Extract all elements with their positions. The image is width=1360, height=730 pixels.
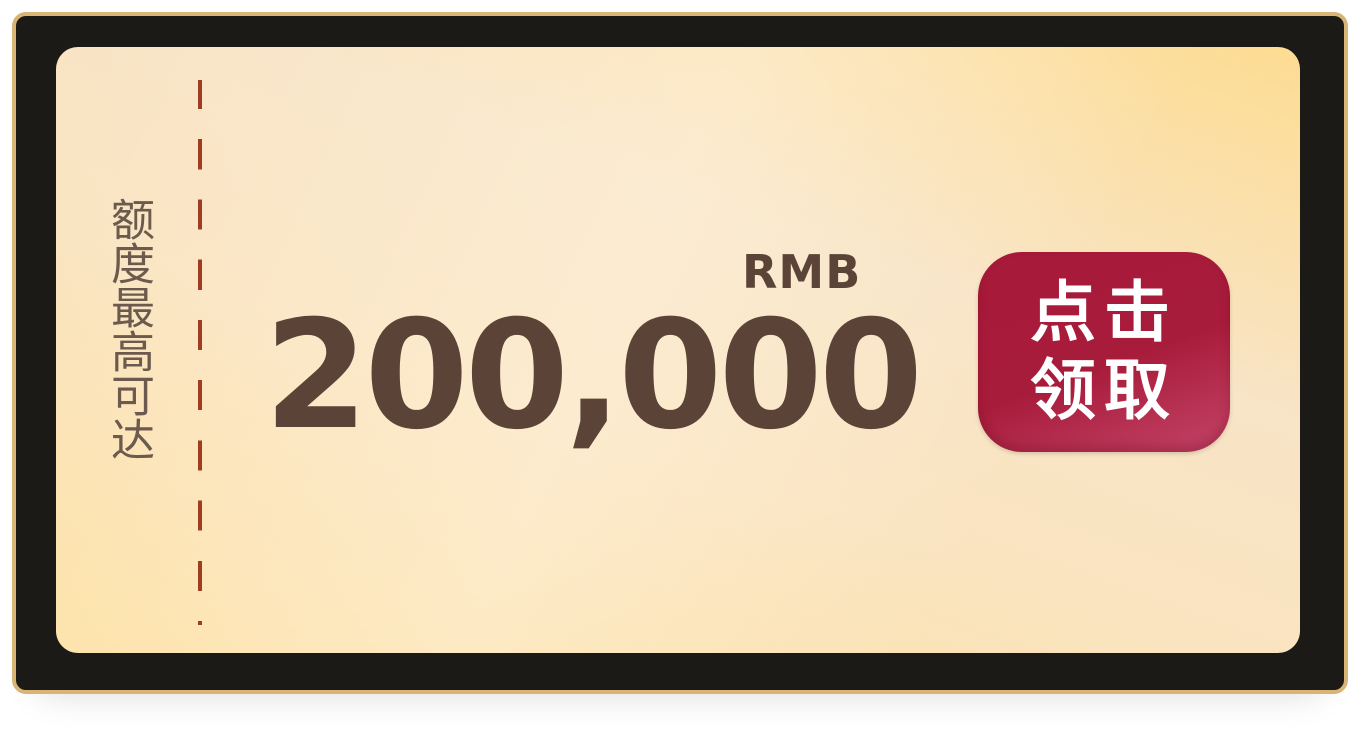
limit-label: 额度最高可达 xyxy=(103,197,154,461)
claim-button[interactable]: 点击 领取 xyxy=(978,252,1230,452)
credit-amount: 200,000 xyxy=(264,289,923,463)
perforation-divider xyxy=(198,80,202,625)
claim-button-label-line1: 点击 xyxy=(1030,274,1178,351)
coupon-ticket: 额度最高可达 RMB 200,000 点击 领取 xyxy=(56,47,1300,653)
claim-button-label-line2: 领取 xyxy=(1030,352,1178,429)
